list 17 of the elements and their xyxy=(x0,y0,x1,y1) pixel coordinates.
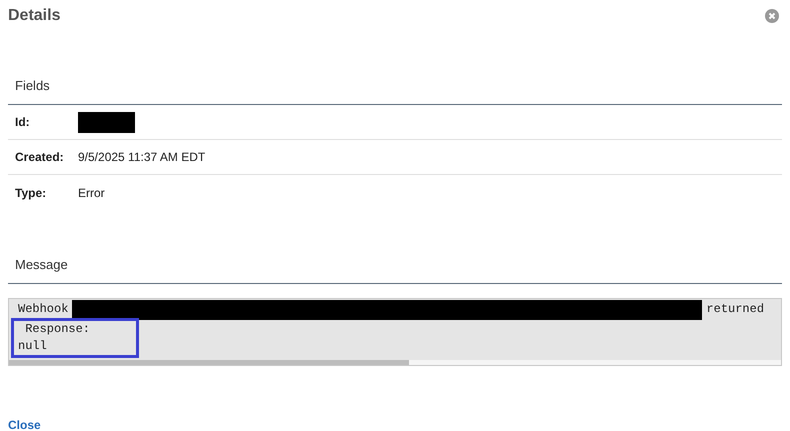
code-text: null xyxy=(18,338,47,355)
code-text: returned xyxy=(706,301,764,318)
section-heading: Message xyxy=(14,256,69,274)
close-icon[interactable] xyxy=(765,8,779,22)
field-value: Error xyxy=(78,184,105,202)
redaction-block xyxy=(78,112,135,132)
close-link[interactable]: Close xyxy=(8,416,41,431)
scrollbar-thumb[interactable] xyxy=(9,360,409,365)
dialog-title: Details xyxy=(8,6,60,26)
field-label: Type: xyxy=(15,184,48,202)
field-value: 9/5/2025 11:37 AM EDT xyxy=(78,149,206,166)
field-label: Created: xyxy=(15,149,65,166)
scrollbar-track[interactable] xyxy=(9,360,781,365)
code-text: Webhook xyxy=(18,301,68,318)
code-text: Response: xyxy=(24,321,90,338)
field-label: Id: xyxy=(15,114,31,131)
section-heading: Fields xyxy=(14,77,51,95)
